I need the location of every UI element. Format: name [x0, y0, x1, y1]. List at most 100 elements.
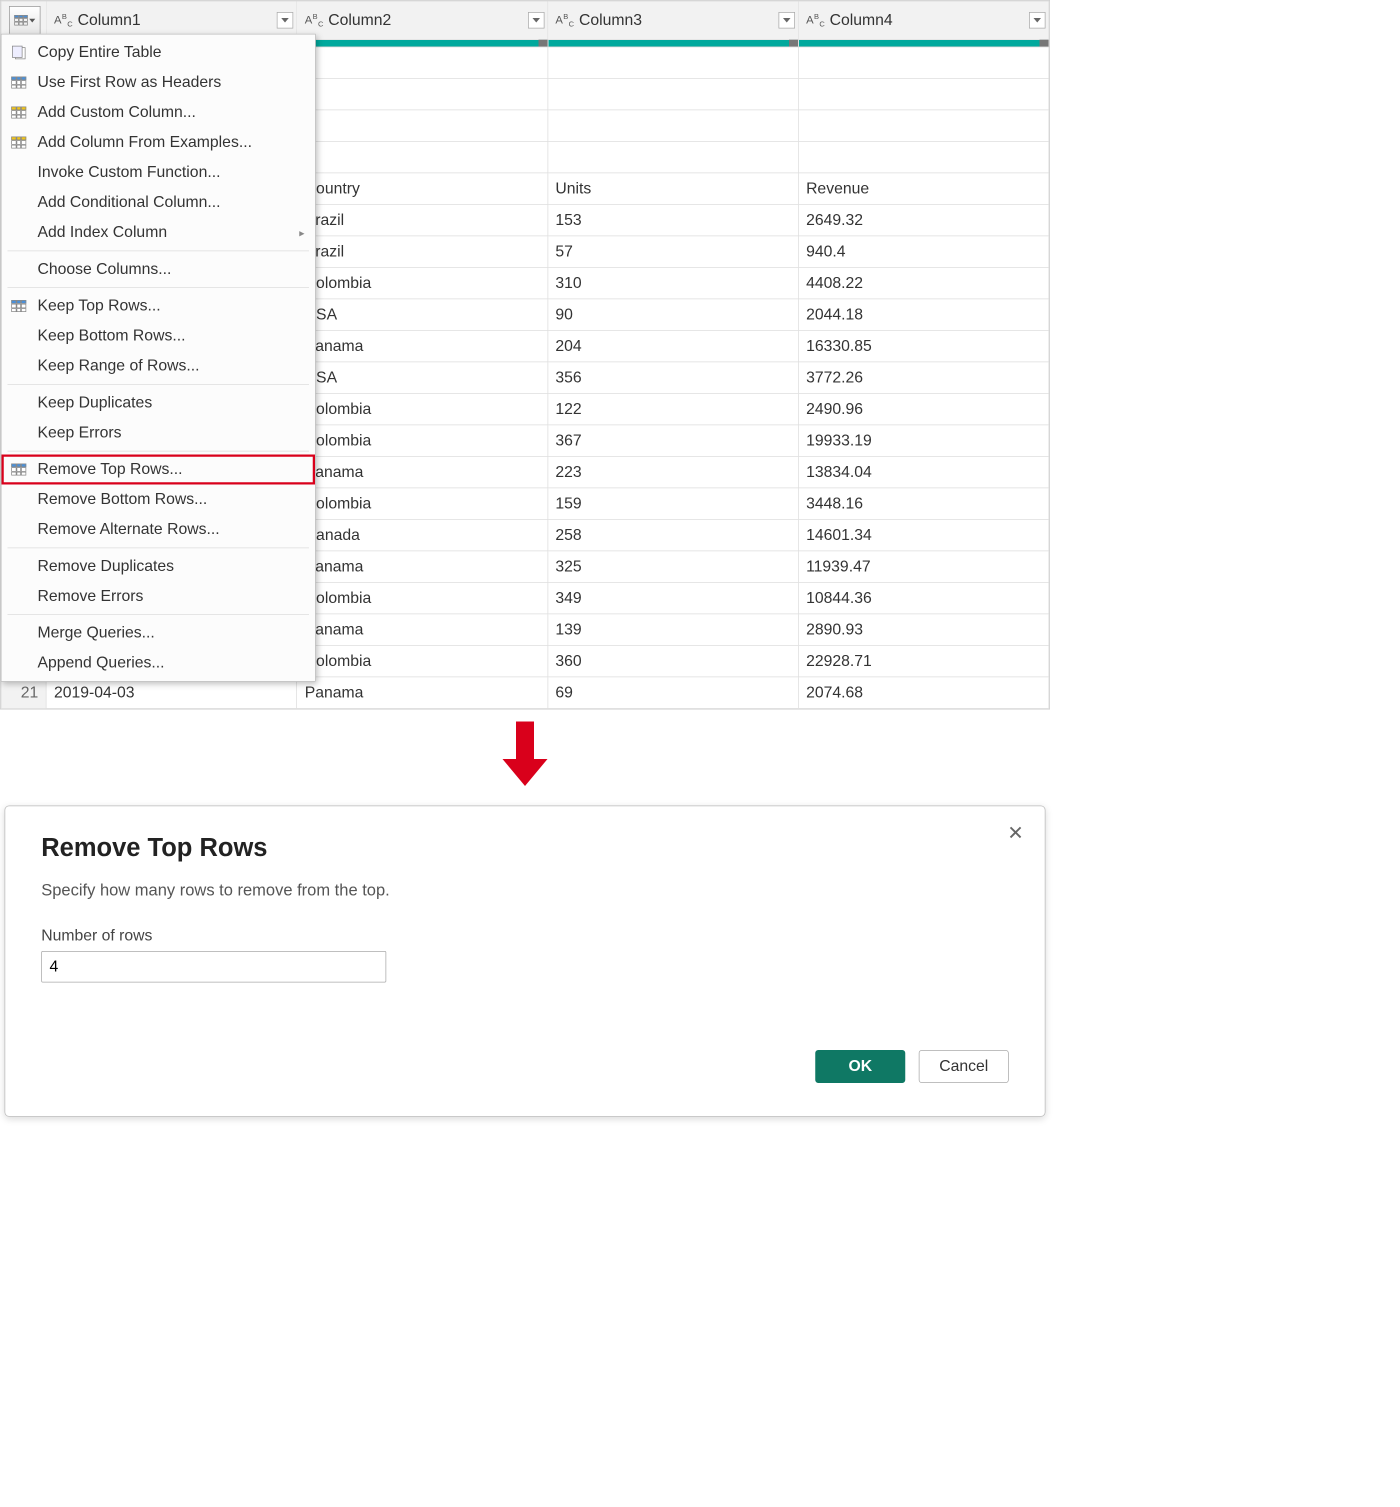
cell-col3[interactable] [548, 141, 799, 173]
cell-col2[interactable] [297, 78, 548, 110]
cell-col4[interactable]: 2890.93 [798, 614, 1049, 646]
column-header-2[interactable]: ABC Column2 [297, 1, 548, 39]
cell-col4[interactable]: 3772.26 [798, 362, 1049, 394]
cell-col3[interactable]: 153 [548, 204, 799, 236]
menu-item[interactable]: Append Queries... [2, 648, 316, 678]
cell-col4[interactable]: 3448.16 [798, 488, 1049, 520]
cell-col4[interactable]: 2649.32 [798, 204, 1049, 236]
menu-item[interactable]: Keep Errors [2, 418, 316, 448]
cell-col3[interactable]: 223 [548, 456, 799, 488]
cell-col2[interactable]: Panama [297, 330, 548, 362]
cell-col2[interactable]: Colombia [297, 645, 548, 677]
cell-col3[interactable]: 139 [548, 614, 799, 646]
menu-item[interactable]: Keep Bottom Rows... [2, 321, 316, 351]
menu-item[interactable]: Remove Errors [2, 581, 316, 611]
cell-col3[interactable]: 310 [548, 267, 799, 299]
menu-item[interactable]: Remove Bottom Rows... [2, 485, 316, 515]
cell-col4[interactable]: 2044.18 [798, 299, 1049, 331]
cell-col4[interactable] [798, 78, 1049, 110]
cell-col3[interactable]: 69 [548, 677, 799, 709]
cell-col3[interactable]: 90 [548, 299, 799, 331]
menu-item[interactable]: Add Conditional Column... [2, 188, 316, 218]
cell-col4[interactable]: 14601.34 [798, 519, 1049, 551]
cell-col2[interactable]: USA [297, 362, 548, 394]
cell-col3[interactable]: Units [548, 173, 799, 205]
column-filter-button[interactable] [528, 12, 545, 29]
cell-col3[interactable] [548, 47, 799, 79]
cell-col2[interactable]: Panama [297, 677, 548, 709]
cell-col2[interactable] [297, 110, 548, 142]
type-icon: ABC [305, 12, 324, 28]
number-of-rows-input[interactable] [41, 951, 386, 983]
cell-col4[interactable]: 2074.68 [798, 677, 1049, 709]
menu-item[interactable]: Keep Top Rows... [2, 291, 316, 321]
cell-col4[interactable]: 940.4 [798, 236, 1049, 268]
menu-item[interactable]: Use First Row as Headers [2, 68, 316, 98]
menu-item[interactable]: Invoke Custom Function... [2, 158, 316, 188]
column-header-3[interactable]: ABC Column3 [548, 1, 799, 39]
cell-col3[interactable]: 57 [548, 236, 799, 268]
cell-col2[interactable]: Colombia [297, 582, 548, 614]
cell-col2[interactable]: Colombia [297, 488, 548, 520]
cell-col3[interactable]: 159 [548, 488, 799, 520]
cell-col4[interactable]: 4408.22 [798, 267, 1049, 299]
menu-item[interactable]: Remove Alternate Rows... [2, 515, 316, 545]
menu-item[interactable]: Choose Columns... [2, 254, 316, 284]
cell-col3[interactable]: 204 [548, 330, 799, 362]
cell-col4[interactable]: Revenue [798, 173, 1049, 205]
cell-col2[interactable]: Brazil [297, 204, 548, 236]
menu-item[interactable]: Remove Top Rows... [2, 455, 316, 485]
table-icon [14, 15, 28, 26]
cell-col2[interactable]: Brazil [297, 236, 548, 268]
cell-col2[interactable]: Panama [297, 551, 548, 583]
cell-col4[interactable]: 22928.71 [798, 645, 1049, 677]
cell-col2[interactable]: Colombia [297, 393, 548, 425]
cell-col3[interactable] [548, 110, 799, 142]
cell-col2[interactable] [297, 47, 548, 79]
column-filter-button[interactable] [778, 12, 795, 29]
menu-item[interactable]: Add Custom Column... [2, 98, 316, 128]
cell-col4[interactable]: 13834.04 [798, 456, 1049, 488]
cell-col3[interactable]: 258 [548, 519, 799, 551]
cell-col4[interactable] [798, 141, 1049, 173]
cell-col2[interactable]: Canada [297, 519, 548, 551]
cell-col2[interactable]: USA [297, 299, 548, 331]
cancel-button[interactable]: Cancel [919, 1050, 1009, 1083]
column-header-4[interactable]: ABC Column4 [798, 1, 1049, 39]
cell-col4[interactable] [798, 110, 1049, 142]
column-filter-button[interactable] [1029, 12, 1046, 29]
menu-item[interactable]: Remove Duplicates [2, 551, 316, 581]
cell-col4[interactable]: 16330.85 [798, 330, 1049, 362]
cell-col4[interactable] [798, 47, 1049, 79]
cell-col3[interactable]: 356 [548, 362, 799, 394]
cell-col2[interactable]: Panama [297, 614, 548, 646]
chevron-down-icon [532, 18, 540, 23]
cell-col2[interactable]: Colombia [297, 267, 548, 299]
menu-item[interactable]: Merge Queries... [2, 618, 316, 648]
close-icon[interactable]: ✕ [1007, 821, 1023, 844]
cell-col3[interactable] [548, 78, 799, 110]
menu-item[interactable]: Add Index Column▸ [2, 218, 316, 248]
cell-col2[interactable]: Country [297, 173, 548, 205]
menu-item[interactable]: Add Column From Examples... [2, 128, 316, 158]
menu-item[interactable]: Keep Duplicates [2, 388, 316, 418]
cell-col3[interactable]: 360 [548, 645, 799, 677]
menu-item[interactable]: Copy Entire Table [2, 38, 316, 68]
column-filter-button[interactable] [277, 12, 294, 29]
cell-col4[interactable]: 2490.96 [798, 393, 1049, 425]
cell-col3[interactable]: 122 [548, 393, 799, 425]
cell-col2[interactable] [297, 141, 548, 173]
cell-col2[interactable]: Colombia [297, 425, 548, 457]
menu-item[interactable]: Keep Range of Rows... [2, 351, 316, 381]
cell-col3[interactable]: 325 [548, 551, 799, 583]
table-menu-button[interactable] [9, 6, 41, 35]
cell-col2[interactable]: Panama [297, 456, 548, 488]
cell-col3[interactable]: 367 [548, 425, 799, 457]
cell-col3[interactable]: 349 [548, 582, 799, 614]
flow-arrow [0, 710, 1050, 802]
chevron-down-icon [1034, 18, 1042, 23]
cell-col4[interactable]: 10844.36 [798, 582, 1049, 614]
cell-col4[interactable]: 11939.47 [798, 551, 1049, 583]
cell-col4[interactable]: 19933.19 [798, 425, 1049, 457]
ok-button[interactable]: OK [815, 1050, 905, 1083]
